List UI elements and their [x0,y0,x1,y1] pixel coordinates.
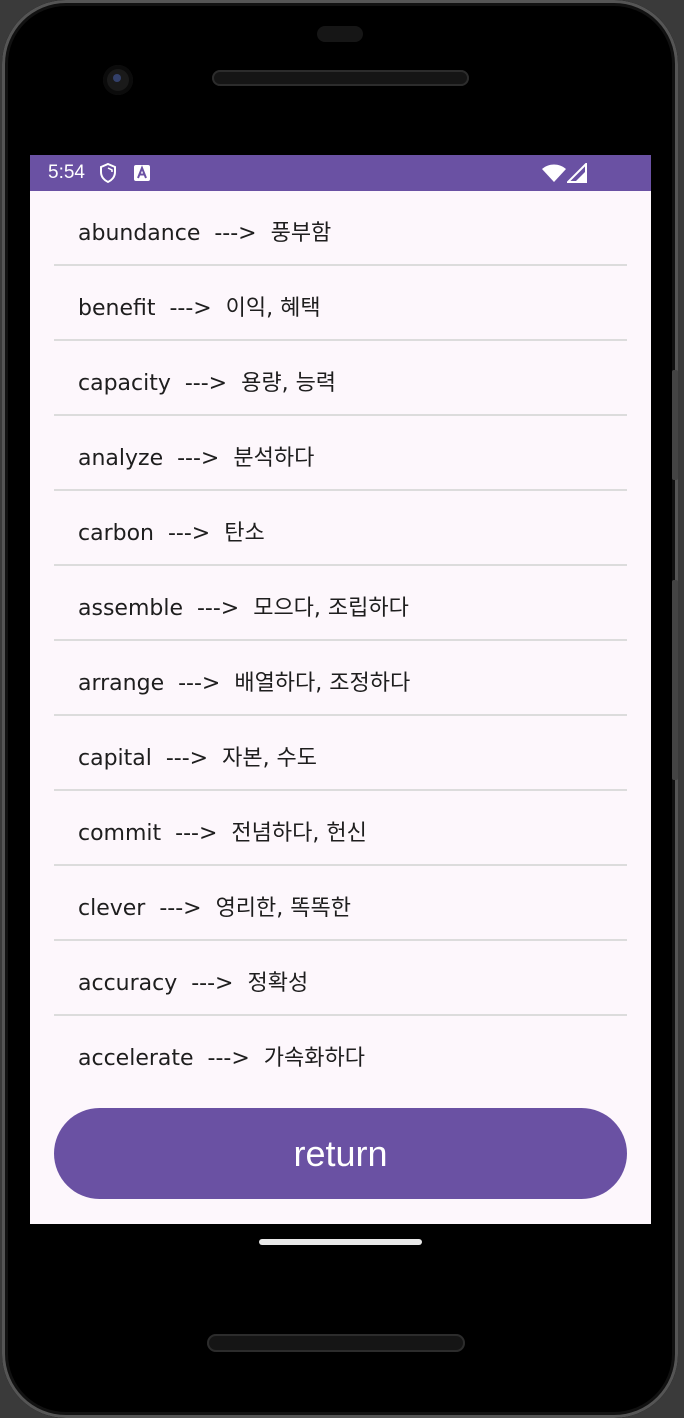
status-time: 5:54 [48,162,85,183]
list-item[interactable]: accelerate ---> 가속화하다 [54,1016,627,1089]
home-gesture-bar[interactable] [259,1239,422,1245]
wifi-icon [542,164,566,186]
list-item[interactable]: arrange ---> 배열하다, 조정하다 [54,641,627,716]
word-entry: benefit ---> 이익, 혜택 [78,296,321,321]
volume-button [672,370,678,480]
word-entry: clever ---> 영리한, 똑똑한 [78,896,351,921]
status-bar: 5:54 [30,155,651,191]
word-entry: analyze ---> 분석하다 [78,446,315,471]
word-entry: accelerate ---> 가속화하다 [78,1046,365,1071]
power-button [672,580,678,780]
front-camera [103,65,133,95]
word-entry: abundance ---> 풍부함 [78,221,332,246]
word-entry: assemble ---> 모으다, 조립하다 [78,596,409,621]
list-item[interactable]: assemble ---> 모으다, 조립하다 [54,566,627,641]
list-item[interactable]: accuracy ---> 정확성 [54,941,627,1016]
list-item[interactable]: capacity ---> 용량, 능력 [54,341,627,416]
word-entry: carbon ---> 탄소 [78,521,265,546]
shield-icon [99,162,117,187]
list-item[interactable]: benefit ---> 이익, 혜택 [54,266,627,341]
word-list[interactable]: abundance ---> 풍부함 benefit ---> 이익, 혜택 c… [54,191,627,1089]
list-item[interactable]: analyze ---> 분석하다 [54,416,627,491]
list-item[interactable]: carbon ---> 탄소 [54,491,627,566]
list-item[interactable]: clever ---> 영리한, 똑똑한 [54,866,627,941]
phone-frame: 5:54 abundance ---> 풍부함 benefit ---> 이익,… [2,0,678,1418]
word-entry: accuracy ---> 정확성 [78,971,309,996]
word-entry: capacity ---> 용량, 능력 [78,371,337,396]
word-entry: commit ---> 전념하다, 헌신 [78,821,367,846]
list-item[interactable]: abundance ---> 풍부함 [54,191,627,266]
app-screen: 5:54 abundance ---> 풍부함 benefit ---> 이익,… [30,155,651,1224]
word-entry: capital ---> 자본, 수도 [78,746,318,771]
signal-icon [565,161,587,187]
list-item[interactable]: commit ---> 전념하다, 헌신 [54,791,627,866]
proximity-sensor [317,26,363,42]
earpiece-speaker [212,70,469,86]
word-entry: arrange ---> 배열하다, 조정하다 [78,671,411,696]
list-item[interactable]: capital ---> 자본, 수도 [54,716,627,791]
bottom-speaker [207,1334,465,1352]
a-icon [134,165,150,185]
return-button[interactable]: return [54,1108,627,1199]
